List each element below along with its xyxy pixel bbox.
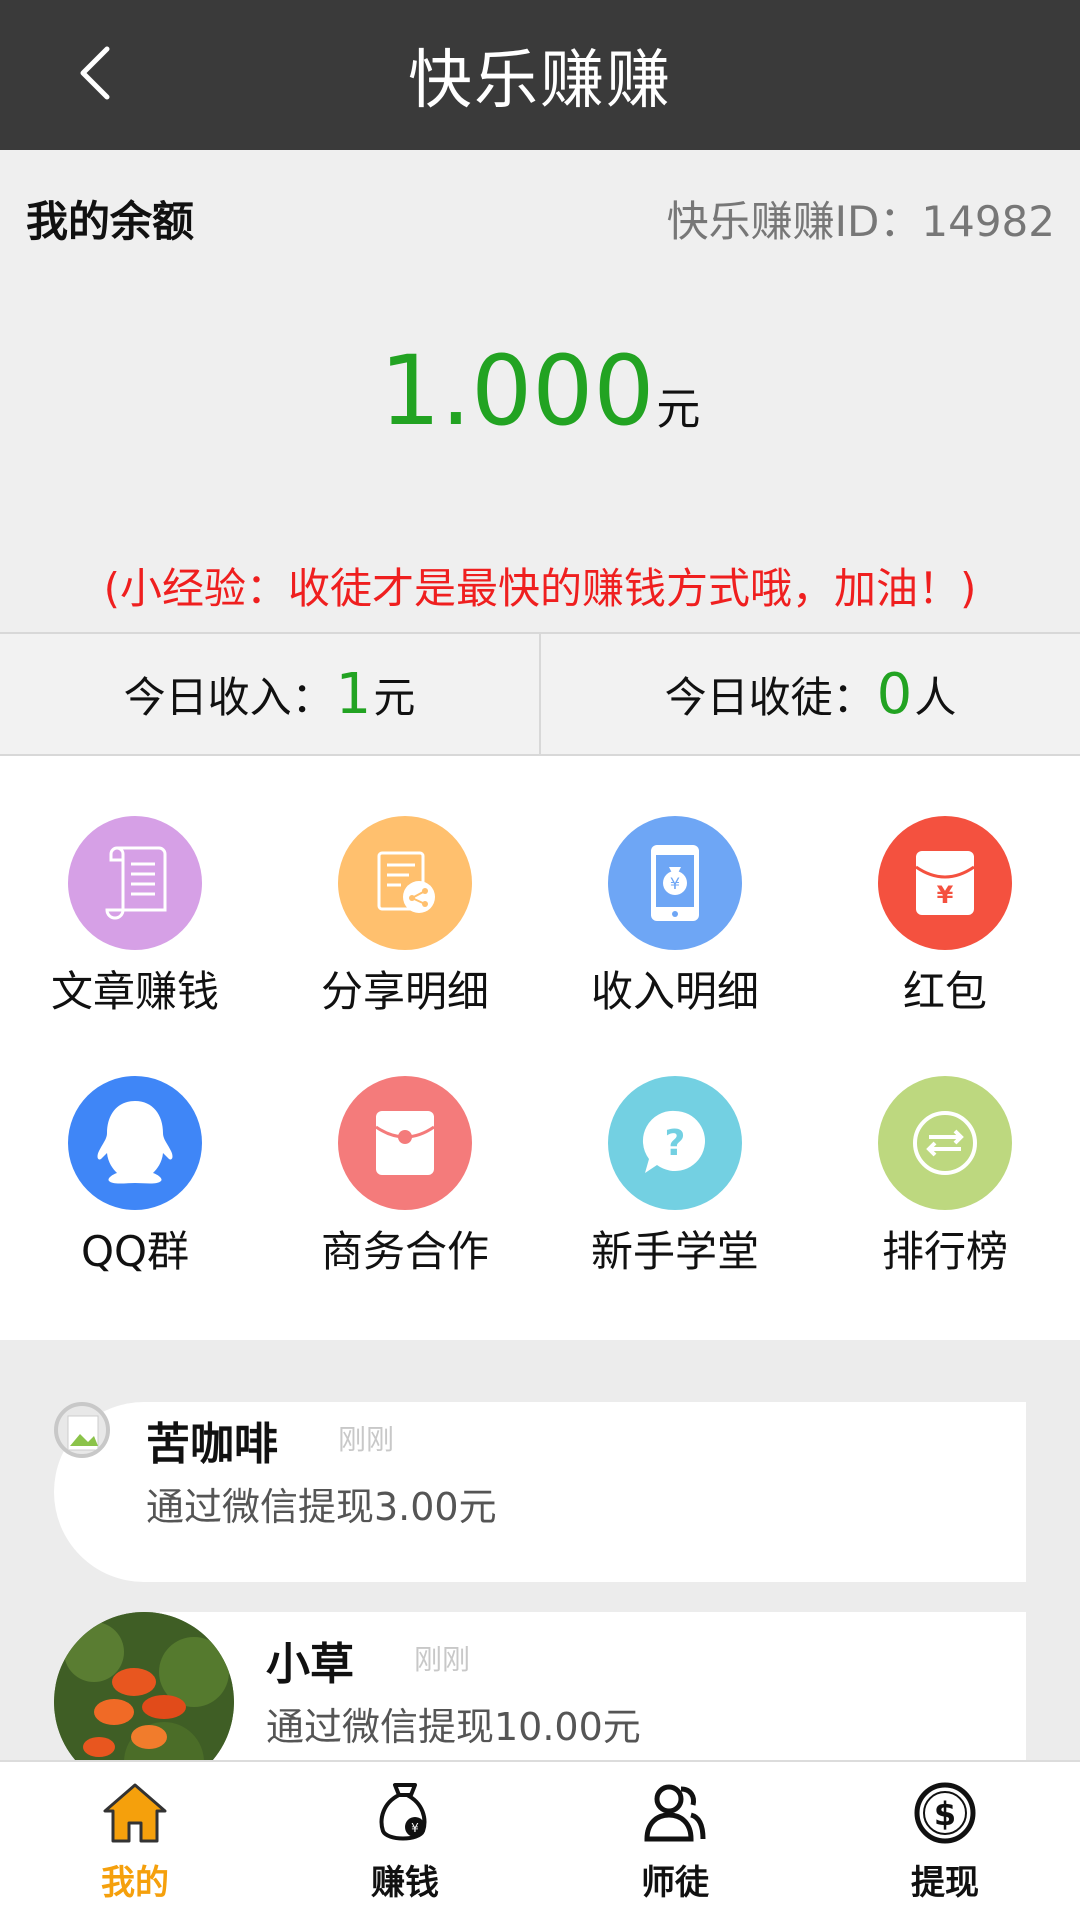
money-bag-icon: ¥ [371, 1779, 439, 1851]
app-screen: 快乐赚赚 我的余额 快乐赚赚ID：14982 1.000元 (小经验：收徒才是最… [0, 0, 1080, 1920]
balance-label: 我的余额 [26, 197, 195, 246]
bottom-nav: 我的 ¥ 赚钱 师徒 $ 提现 [0, 1760, 1080, 1920]
envelope-icon [338, 1076, 472, 1210]
phone-money-icon: ¥ [608, 816, 742, 950]
user-id: 快乐赚赚ID：14982 [666, 197, 1055, 246]
grid-label: 收入明细 [590, 967, 759, 1016]
feed-time: 刚刚 [338, 1423, 395, 1456]
feed-user-name: 小草 [266, 1639, 354, 1690]
today-income: 今日收入： 1 元 [0, 634, 539, 754]
nav-item-mine[interactable]: 我的 [0, 1762, 270, 1920]
qq-penguin-icon [68, 1076, 202, 1210]
feed-user-name: 苦咖啡 [146, 1419, 278, 1470]
grid-item-beginner-school[interactable]: ? 新手学堂 [540, 1076, 810, 1336]
withdraw-feed: 苦咖啡 刚刚 通过微信提现3.00元 小草 刚刚 通过微信提现10.00元 [0, 1340, 1080, 1760]
nav-label: 师徒 [641, 1862, 709, 1903]
nav-item-withdraw[interactable]: $ 提现 [810, 1762, 1080, 1920]
grid-label: 文章赚钱 [50, 967, 219, 1016]
home-icon [101, 1779, 169, 1851]
today-income-label: 今日收入： [123, 672, 334, 722]
balance-unit: 元 [656, 384, 701, 435]
page-title: 快乐赚赚 [408, 44, 672, 118]
nav-label: 提现 [911, 1862, 979, 1903]
exchange-arrows-icon [878, 1076, 1012, 1210]
svg-text:¥: ¥ [670, 874, 680, 893]
feature-grid: 文章赚钱 分享明细 ¥ 收入明细 ¥ 红包 QQ群 商务合作 ? 新手学堂 排行… [0, 756, 1080, 1340]
nav-label: 赚钱 [371, 1862, 439, 1903]
today-income-value: 1 [335, 661, 372, 727]
grid-label: 商务合作 [320, 1227, 489, 1276]
balance-value: 1.000 [379, 335, 655, 447]
nav-item-mentor[interactable]: 师徒 [540, 1762, 810, 1920]
share-document-icon [338, 816, 472, 950]
grid-item-business[interactable]: 商务合作 [270, 1076, 540, 1336]
today-apprentice-label: 今日收徒： [664, 672, 875, 722]
top-bar: 快乐赚赚 [0, 0, 1080, 150]
grid-item-qq-group[interactable]: QQ群 [0, 1076, 270, 1336]
red-envelope-icon: ¥ [878, 816, 1012, 950]
grid-item-leaderboard[interactable]: 排行榜 [810, 1076, 1080, 1336]
today-apprentice-unit: 人 [914, 672, 957, 722]
chevron-left-icon [75, 43, 115, 107]
grid-item-red-packet[interactable]: ¥ 红包 [810, 816, 1080, 1076]
tip-text: (小经验：收徒才是最快的赚钱方式哦，加油！) [103, 564, 977, 613]
dollar-circle-icon: $ [911, 1779, 979, 1851]
today-income-unit: 元 [373, 672, 416, 722]
grid-label: QQ群 [80, 1227, 190, 1276]
balance-section: 我的余额 快乐赚赚ID：14982 1.000元 (小经验：收徒才是最快的赚钱方… [0, 150, 1080, 632]
grid-label: 红包 [902, 967, 987, 1016]
feed-text: 通过微信提现3.00元 [146, 1485, 497, 1529]
today-stats: 今日收入： 1 元 今日收徒： 0 人 [0, 632, 1080, 756]
nav-item-earn[interactable]: ¥ 赚钱 [270, 1762, 540, 1920]
scroll-icon [68, 816, 202, 950]
today-apprentice: 今日收徒： 0 人 [539, 634, 1080, 754]
feed-text: 通过微信提现10.00元 [266, 1705, 641, 1749]
users-icon [641, 1779, 709, 1851]
question-bubble-icon: ? [608, 1076, 742, 1210]
balance-amount: 1.000元 [0, 335, 1080, 447]
svg-text:¥: ¥ [937, 881, 954, 909]
svg-text:?: ? [665, 1123, 686, 1164]
avatar [54, 1402, 110, 1458]
svg-text:$: $ [934, 1795, 956, 1833]
grid-label: 排行榜 [881, 1227, 1008, 1276]
grid-item-article-earn[interactable]: 文章赚钱 [0, 816, 270, 1076]
nav-label: 我的 [101, 1862, 169, 1903]
feed-time: 刚刚 [414, 1643, 471, 1676]
grid-label: 新手学堂 [590, 1227, 759, 1276]
grid-item-income-detail[interactable]: ¥ 收入明细 [540, 816, 810, 1076]
grid-label: 分享明细 [320, 967, 489, 1016]
svg-text:¥: ¥ [411, 1821, 419, 1835]
grid-item-share-detail[interactable]: 分享明细 [270, 816, 540, 1076]
back-button[interactable] [60, 40, 130, 110]
today-apprentice-value: 0 [876, 661, 913, 727]
